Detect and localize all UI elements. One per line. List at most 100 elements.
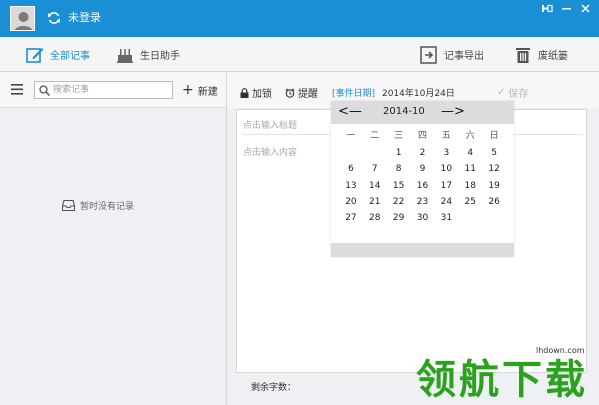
remind-button[interactable]: 提醒 [285,85,318,100]
list-toolbar: + 新建 [0,72,226,108]
calendar-day[interactable]: 19 [482,178,506,194]
new-note-button[interactable]: + 新建 [182,82,218,98]
minimize-icon [562,7,571,9]
calendar-day[interactable]: 30 [411,210,435,226]
calendar-day-empty [339,145,363,161]
calendar-day[interactable]: 13 [339,178,363,194]
pin-icon [542,4,553,12]
calendar-day-grid: 1 2 3 4 5 6 7 8 9 10 11 12 13 14 15 16 17 18 19 20 21 22 23 24 2… [339,145,506,226]
event-date-value[interactable]: 2014年10月24日 [382,86,455,99]
calendar-day-empty [458,210,482,226]
tab-trash[interactable]: 废纸篓 [514,37,568,72]
empty-state: 暂时没有记录 [62,199,134,212]
close-icon [581,3,590,13]
new-note-label: 新建 [197,86,218,98]
calendar-day-empty [482,210,506,226]
export-icon [420,45,437,64]
watermark: lhdown.com 领航下载 [412,344,599,405]
sync-icon[interactable] [47,11,61,25]
search-box [34,81,173,99]
calendar-day[interactable]: 10 [434,161,458,177]
user-icon [11,7,34,30]
calendar-day[interactable]: 4 [458,145,482,161]
lock-icon [240,87,249,98]
calendar-day[interactable]: 26 [482,194,506,210]
calendar-day[interactable]: 18 [458,178,482,194]
lock-button[interactable]: 加锁 [240,85,272,100]
remaining-chars-label: 剩余字数： [251,383,297,393]
note-list-panel: + 新建 暂时没有记录 [0,72,227,405]
calendar-day[interactable]: 14 [363,178,387,194]
event-date-tag[interactable]: [事件日期] [332,86,375,99]
empty-state-text: 暂时没有记录 [80,202,135,212]
calendar-day[interactable]: 31 [434,210,458,226]
weekday-label: 五 [441,131,451,141]
calendar-day[interactable]: 6 [339,161,363,177]
weekday-label: 二 [370,131,380,141]
search-icon [39,85,50,96]
calendar-day[interactable]: 5 [482,145,506,161]
calendar-day[interactable]: 8 [387,161,411,177]
watermark-url: lhdown.com [536,346,585,355]
calendar-day[interactable]: 20 [339,194,363,210]
save-button[interactable]: ✓ 保存 [497,85,528,100]
calendar-day-empty [363,145,387,161]
calendar-day[interactable]: 24 [434,194,458,210]
weekday-label: 日 [489,131,499,141]
save-label: 保存 [508,89,529,100]
calendar-month-title: 2014-10 [383,106,425,117]
trash-icon [516,47,530,63]
calendar-day[interactable]: 2 [411,145,435,161]
calendar-day[interactable]: 23 [411,194,435,210]
window-controls [538,0,595,16]
tab-all-notes[interactable]: 全部记事 [26,37,90,72]
weekday-label: 四 [417,131,427,141]
watermark-text: 领航下载 [416,357,588,403]
avatar[interactable] [10,6,35,31]
calendar-weekdays: 一 二 三 四 五 六 日 [339,128,506,141]
close-button[interactable] [576,0,595,16]
lock-label: 加锁 [252,89,272,100]
calendar-day[interactable]: 11 [458,161,482,177]
prev-month-button[interactable]: <— [338,105,362,119]
calendar-day[interactable]: 28 [363,210,387,226]
menu-icon[interactable] [11,84,23,95]
calendar-day[interactable]: 7 [363,161,387,177]
calendar-header: <— 2014-10 —> [331,101,514,124]
search-input[interactable] [53,83,171,97]
calendar-day[interactable]: 25 [458,194,482,210]
plus-icon: + [182,82,194,98]
calendar-day[interactable]: 27 [339,210,363,226]
checkmark-icon: ✓ [497,87,506,98]
tab-export[interactable]: 记事导出 [420,37,484,72]
edit-note-icon [26,47,44,63]
weekday-label: 一 [346,131,356,141]
title-bar: 未登录 [0,0,599,37]
tab-trash-label: 废纸篓 [538,51,568,62]
calendar-day[interactable]: 3 [434,145,458,161]
calendar-day[interactable]: 9 [411,161,435,177]
cake-icon [117,48,133,63]
calendar-day[interactable]: 16 [411,178,435,194]
inbox-icon [62,200,75,211]
calendar-footer [331,243,514,257]
weekday-label: 三 [394,131,404,141]
calendar-day[interactable]: 17 [434,178,458,194]
calendar-day[interactable]: 1 [387,145,411,161]
tab-export-label: 记事导出 [444,51,484,62]
weekday-label: 六 [465,131,475,141]
tab-birthday[interactable]: 生日助手 [116,37,180,72]
calendar-day[interactable]: 12 [482,161,506,177]
login-status[interactable]: 未登录 [68,11,101,25]
tab-all-notes-label: 全部记事 [50,51,90,62]
calendar-day[interactable]: 29 [387,210,411,226]
alarm-clock-icon [285,87,295,98]
calendar-day[interactable]: 21 [363,194,387,210]
tab-bar: 全部记事 生日助手 记事导出 废纸篓 [0,37,599,72]
next-month-button[interactable]: —> [441,105,465,119]
pin-button[interactable] [538,0,557,16]
tab-birthday-label: 生日助手 [140,51,180,62]
calendar-day[interactable]: 15 [387,178,411,194]
calendar-day[interactable]: 22 [387,194,411,210]
minimize-button[interactable] [557,0,576,16]
